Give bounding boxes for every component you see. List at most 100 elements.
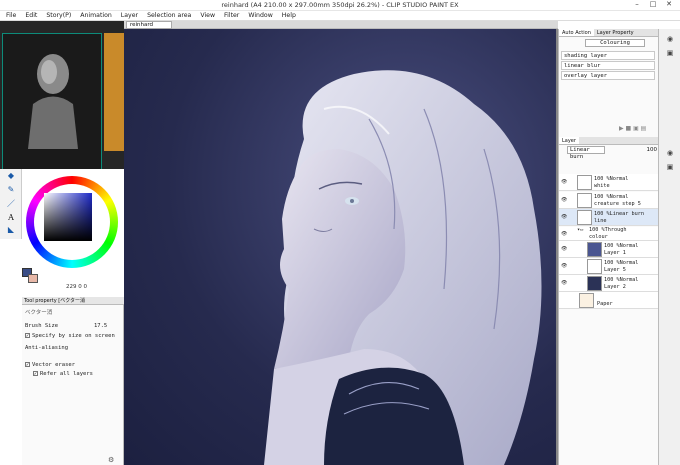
- opacity-value[interactable]: 100: [643, 146, 658, 154]
- layer-name: colour: [589, 234, 608, 240]
- sub-color-swatch[interactable]: [28, 274, 38, 283]
- menu-edit[interactable]: Edit: [25, 12, 37, 19]
- artwork-illustration: [264, 70, 542, 465]
- tab-layer-property[interactable]: Layer Property: [594, 29, 637, 36]
- auto-action-set-select[interactable]: Colouring: [585, 39, 645, 47]
- menu-filter[interactable]: Filter: [224, 12, 239, 19]
- layer-row-selected[interactable]: 👁 100 %Linear burn line: [559, 209, 659, 226]
- color-values: 229 0 0: [66, 284, 87, 290]
- tool-property-tabs: Tool property [ベクター消: [22, 297, 124, 305]
- layer-thumbnail: [577, 193, 592, 208]
- layer-row[interactable]: Paper: [559, 292, 659, 309]
- layer-name: Layer 2: [604, 284, 626, 290]
- menu-bar: File Edit Story(P) Animation Layer Selec…: [0, 11, 680, 21]
- layer-thumbnail: [587, 242, 602, 257]
- bust-reference-image: [28, 54, 78, 149]
- layer-name: white: [594, 183, 610, 189]
- eye-icon[interactable]: 👁: [561, 280, 567, 286]
- layer-panel: Layer Linear burn 100 👁 100 %Normal whit…: [558, 137, 659, 465]
- layer-thumbnail: [577, 175, 592, 190]
- toolbar-icon[interactable]: ▣: [664, 163, 676, 173]
- vector-eraser-label: Vector eraser: [32, 362, 76, 368]
- refer-all-layers-checkbox[interactable]: [33, 371, 38, 376]
- toolbar-icon[interactable]: ◉: [664, 35, 676, 45]
- layer-row[interactable]: 👁 100 %Normal Layer 1: [559, 241, 659, 258]
- tool-palette: ◆ ✎ ／ A ◣: [0, 169, 22, 239]
- layer-name: creature step 5: [594, 201, 641, 207]
- eye-icon[interactable]: 👁: [561, 263, 567, 269]
- layer-row[interactable]: 👁 100 %Normal white: [559, 174, 659, 191]
- layer-thumbnail: [587, 276, 602, 291]
- layer-folder-row[interactable]: 👁 ▾▭ 100 %Through colour: [559, 227, 659, 241]
- brush-size-value[interactable]: 17.5: [94, 323, 107, 329]
- saturation-value-square[interactable]: [44, 193, 92, 241]
- auto-action-item[interactable]: overlay layer: [561, 71, 655, 80]
- window-title: reinhard (A4 210.00 x 297.00mm 350dpi 26…: [221, 1, 459, 9]
- brush-size-label: Brush Size: [25, 323, 59, 329]
- menu-view[interactable]: View: [200, 12, 215, 19]
- menu-help[interactable]: Help: [282, 12, 296, 19]
- toolbar-icon[interactable]: ◉: [664, 149, 676, 159]
- eye-icon[interactable]: 👁: [561, 246, 567, 252]
- fill-bucket-icon[interactable]: ◆: [5, 171, 17, 181]
- drawing-canvas[interactable]: [124, 29, 556, 465]
- minimize-icon[interactable]: –: [630, 0, 644, 8]
- layer-name: line: [594, 218, 607, 224]
- layer-thumbnail: [579, 293, 594, 308]
- layer-name: Layer 5: [604, 267, 626, 273]
- layer-blend-label: 100 %Normal: [604, 277, 639, 283]
- layer-row[interactable]: 👁 100 %Normal creature step 5: [559, 192, 659, 209]
- pen-icon[interactable]: ／: [5, 199, 17, 209]
- layer-name: Paper: [597, 301, 613, 307]
- folder-icon[interactable]: ▾▭: [577, 227, 583, 234]
- title-bar: reinhard (A4 210.00 x 297.00mm 350dpi 26…: [0, 0, 680, 11]
- layer-row[interactable]: 👁 100 %Normal Layer 2: [559, 275, 659, 292]
- layer-blend-label: 100 %Normal: [594, 194, 629, 200]
- auto-action-item[interactable]: linear blur: [561, 61, 655, 70]
- navigator-panel[interactable]: [0, 21, 124, 186]
- layer-blend-label: 100 %Normal: [594, 176, 629, 182]
- menu-selection-area[interactable]: Selection area: [147, 12, 191, 19]
- paint-icon[interactable]: ✎: [5, 185, 17, 195]
- eye-icon[interactable]: 👁: [561, 231, 567, 237]
- menu-file[interactable]: File: [6, 12, 16, 19]
- vector-eraser-checkbox[interactable]: [25, 362, 30, 367]
- auto-action-item[interactable]: shading layer: [561, 51, 655, 60]
- auto-action-controls[interactable]: ▶ ■ ▣ ▤: [619, 125, 646, 132]
- menu-window[interactable]: Window: [248, 12, 272, 19]
- eye-icon[interactable]: 👁: [561, 179, 567, 185]
- layer-blend-label: 100 %Through: [589, 227, 627, 233]
- close-icon[interactable]: ✕: [662, 0, 676, 8]
- layer-thumbnail: [577, 210, 592, 225]
- text-icon[interactable]: A: [5, 213, 17, 223]
- tab-auto-action[interactable]: Auto Action: [559, 29, 594, 36]
- tool-property-panel: ベクター消 Brush Size 17.5 Specify by size on…: [22, 305, 124, 465]
- layer-name: Layer 1: [604, 250, 626, 256]
- specify-size-label: Specify by size on screen: [32, 333, 115, 339]
- menu-animation[interactable]: Animation: [80, 12, 112, 19]
- sub-tool-name: ベクター消: [25, 310, 53, 316]
- command-bar-right: ◉ ▣ ◉ ▣: [658, 29, 680, 465]
- anti-aliasing-label: Anti-aliasing: [25, 345, 69, 351]
- menu-layer[interactable]: Layer: [121, 12, 138, 19]
- blend-mode-select[interactable]: Linear burn: [567, 146, 605, 160]
- eye-icon[interactable]: 👁: [561, 214, 567, 220]
- eye-icon[interactable]: 👁: [561, 197, 567, 203]
- color-wheel-panel: 229 0 0: [22, 169, 124, 297]
- tab-layer[interactable]: Layer: [559, 137, 579, 144]
- document-tab[interactable]: reinhard: [126, 21, 172, 29]
- ruler-icon[interactable]: ◣: [5, 225, 17, 235]
- layer-blend-label: 100 %Linear burn: [594, 211, 644, 217]
- specify-size-checkbox[interactable]: [25, 333, 30, 338]
- reference-preview: [2, 33, 102, 186]
- layer-row[interactable]: 👁 100 %Normal Layer 5: [559, 258, 659, 275]
- settings-gear-icon[interactable]: ⚙: [108, 456, 114, 464]
- maximize-icon[interactable]: □: [646, 0, 660, 8]
- auto-action-panel: Auto Action Layer Property Colouring shad…: [558, 29, 658, 137]
- toolbar-icon[interactable]: ▣: [664, 49, 676, 59]
- tab-tool-property[interactable]: Tool property [ベクター消: [22, 297, 87, 304]
- layer-blend-label: 100 %Normal: [604, 260, 639, 266]
- reference-side-image: [104, 33, 124, 151]
- menu-story[interactable]: Story(P): [46, 12, 71, 19]
- layer-thumbnail: [587, 259, 602, 274]
